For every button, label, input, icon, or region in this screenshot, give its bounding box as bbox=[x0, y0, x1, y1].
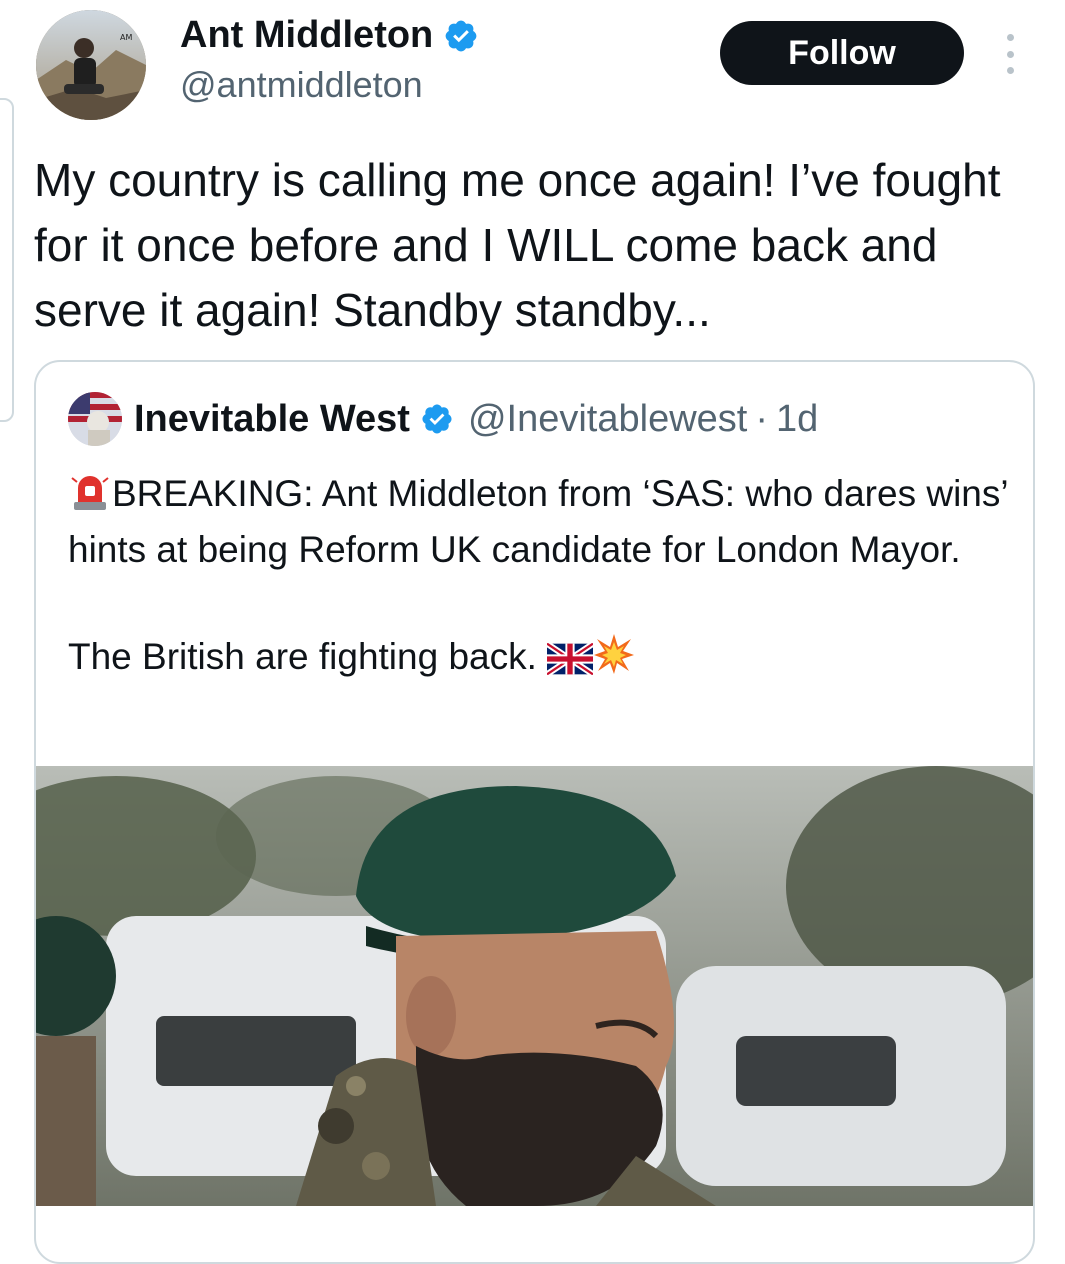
quoted-tweet-body: BREAKING: Ant Middleton from ‘SAS: who d… bbox=[68, 466, 1008, 685]
author-avatar[interactable]: AM bbox=[36, 10, 146, 120]
quoted-tweet-header: Inevitable West @Inevitablewest · 1d bbox=[68, 392, 818, 446]
soldier-photo-image[interactable] bbox=[36, 766, 1033, 1206]
more-dot bbox=[1006, 34, 1014, 41]
quoted-body-line-2: The British are fighting back. bbox=[68, 636, 537, 677]
quoted-body-line-1: BREAKING: Ant Middleton from ‘SAS: who d… bbox=[68, 473, 1008, 570]
verified-badge-icon bbox=[445, 20, 477, 51]
quoted-avatar-icon bbox=[68, 392, 122, 446]
follow-button[interactable]: Follow bbox=[720, 21, 964, 85]
svg-text:AM: AM bbox=[120, 33, 132, 42]
author-handle[interactable]: @antmiddleton bbox=[180, 64, 423, 106]
author-display-name-row[interactable]: Ant Middleton bbox=[180, 14, 479, 57]
quoted-display-name[interactable]: Inevitable West bbox=[134, 398, 410, 441]
uk-flag-emoji bbox=[547, 643, 594, 675]
collision-emoji bbox=[594, 634, 635, 674]
quoted-body-paragraph-2: The British are fighting back. bbox=[68, 629, 1008, 685]
avatar-photo-icon: AM bbox=[36, 10, 146, 120]
quoted-separator: · bbox=[755, 397, 768, 440]
author-display-name[interactable]: Ant Middleton bbox=[180, 14, 433, 57]
quoted-body-paragraph-1: BREAKING: Ant Middleton from ‘SAS: who d… bbox=[68, 466, 1008, 578]
quoted-handle[interactable]: @Inevitablewest bbox=[468, 398, 747, 441]
siren-emoji bbox=[71, 476, 109, 510]
quoted-verified-badge-icon bbox=[422, 404, 452, 434]
left-panel-edge bbox=[0, 98, 14, 422]
quoted-author-avatar[interactable] bbox=[68, 392, 122, 446]
soldier-photo bbox=[36, 766, 1033, 1206]
more-dot bbox=[1006, 50, 1014, 58]
more-options-icon[interactable] bbox=[996, 34, 1024, 74]
tweet-text: My country is calling me once again! I’v… bbox=[34, 154, 1001, 336]
more-dot bbox=[1006, 67, 1014, 74]
quoted-tweet-card[interactable]: Inevitable West @Inevitablewest · 1d BRE… bbox=[34, 360, 1035, 1264]
quoted-timestamp[interactable]: 1d bbox=[776, 398, 818, 441]
